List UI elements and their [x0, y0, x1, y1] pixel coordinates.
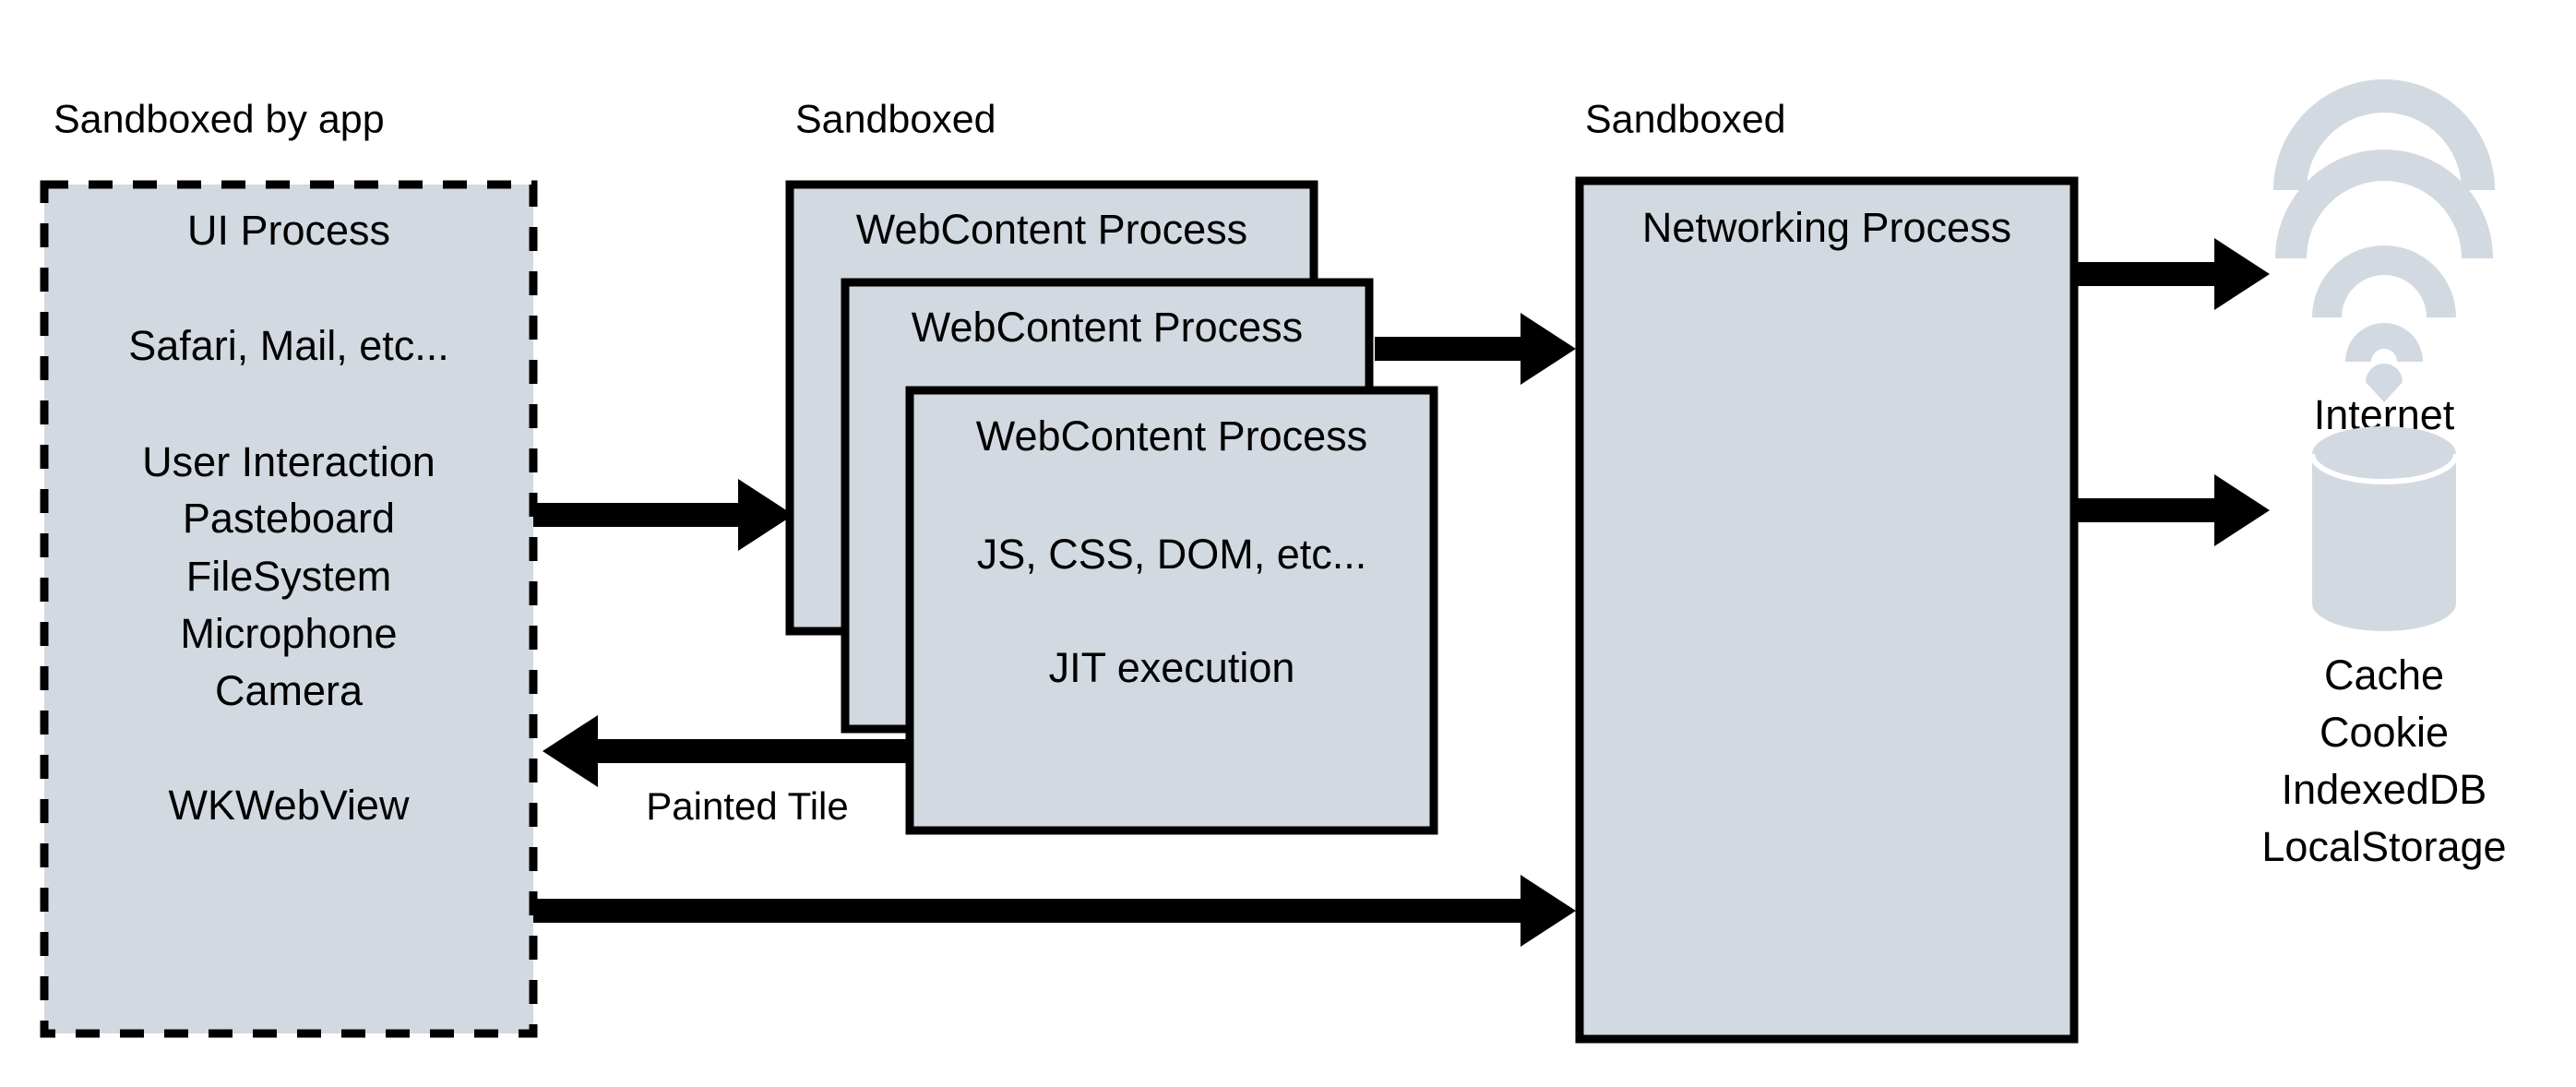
ui-process-capability-2: FileSystem: [186, 553, 392, 600]
storage-label-3: LocalStorage: [2261, 823, 2506, 870]
networking-process-box-outline: [1575, 176, 2079, 1044]
arrow-label-painted-tile: Painted Tile: [646, 784, 848, 828]
webcontent-process-box-3[interactable]: WebContent Process JS, CSS, DOM, etc... …: [905, 386, 1438, 835]
arrow-webcontent-to-networking: [1375, 313, 1576, 385]
database-cylinder-icon: [2309, 426, 2459, 631]
networking-process-title: Networking Process: [1642, 204, 2011, 251]
caption-webcontent-sandbox: Sandboxed: [795, 97, 996, 141]
ui-process-capability-3: Microphone: [180, 610, 397, 657]
webcontent-process-detail-1: JIT execution: [1049, 644, 1295, 691]
webcontent-process-title-1: WebContent Process: [856, 206, 1247, 253]
ui-process-capability-4: Camera: [215, 667, 364, 714]
webcontent-process-title-2: WebContent Process: [912, 304, 1303, 351]
ui-process-title: UI Process: [187, 207, 390, 254]
storage-label-2: IndexedDB: [2282, 766, 2487, 813]
networking-process-box[interactable]: Networking Process: [1575, 176, 2079, 1044]
webcontent-process-detail-0: JS, CSS, DOM, etc...: [977, 531, 1367, 578]
ui-process-capability-0: User Interaction: [142, 438, 435, 485]
storage-endpoint: Cache Cookie IndexedDB LocalStorage: [2261, 426, 2507, 870]
diagram-canvas: Sandboxed by app Sandboxed Sandboxed UI …: [0, 0, 2576, 1087]
arrow-ui-to-networking: [533, 875, 1576, 947]
ui-process-api: WKWebView: [169, 782, 410, 829]
webcontent-process-title-3: WebContent Process: [976, 412, 1367, 460]
arrow-networking-to-storage: [2074, 474, 2270, 546]
caption-ui-sandbox: Sandboxed by app: [54, 97, 385, 141]
caption-networking-sandbox: Sandboxed: [1585, 97, 1786, 141]
wifi-icon: [2273, 79, 2495, 402]
arrow-networking-to-internet: [2074, 238, 2270, 310]
arrow-ui-to-webcontent: [533, 479, 793, 551]
webkit-architecture-diagram: Sandboxed by app Sandboxed Sandboxed UI …: [40, 79, 2507, 1044]
internet-endpoint: Internet: [2273, 79, 2495, 438]
ui-process-apps: Safari, Mail, etc...: [128, 322, 449, 369]
storage-label-1: Cookie: [2320, 709, 2449, 756]
storage-label-0: Cache: [2324, 651, 2444, 699]
ui-process-box[interactable]: UI Process Safari, Mail, etc... User Int…: [40, 180, 538, 1038]
ui-process-capability-1: Pasteboard: [183, 495, 395, 542]
